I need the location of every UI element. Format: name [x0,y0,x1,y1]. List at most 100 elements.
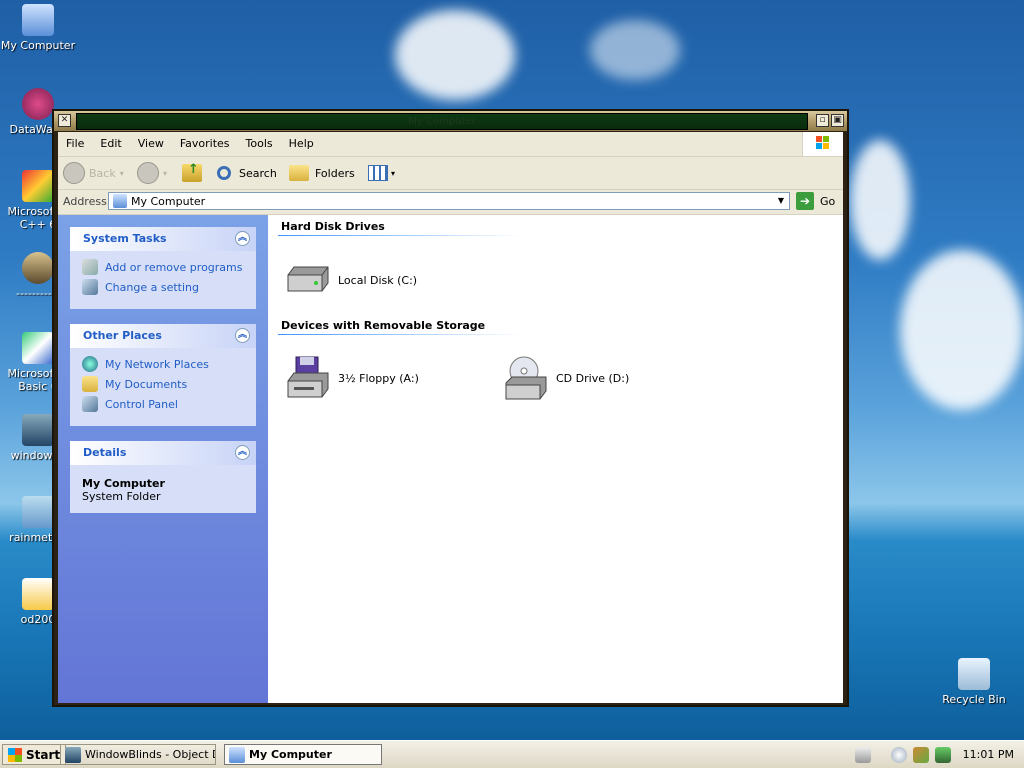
link-label: Control Panel [105,397,178,411]
visual-cpp-icon [22,170,54,202]
forward-arrow-icon [137,162,159,184]
control-panel-link[interactable]: Control Panel [82,394,244,414]
link-label: Change a setting [105,280,199,294]
chevron-down-icon: ▾ [391,168,396,178]
other-places-panel: Other Places ︽ My Network Places My Docu… [70,324,256,426]
title-bar[interactable]: ✕ My Computer ▫ ▣ [54,111,847,131]
folders-label: Folders [315,166,355,180]
menu-bar: File Edit View Favorites Tools Help [58,132,843,157]
taskbar-button-my-computer[interactable]: My Computer [224,744,382,765]
other-places-header[interactable]: Other Places ︽ [70,324,256,348]
network-tray-icon[interactable] [912,746,929,763]
maximize-button[interactable]: ▣ [831,114,844,127]
go-button[interactable]: ➔ Go [796,192,835,210]
drive-floppy-a[interactable]: 3½ Floppy (A:) [282,355,419,401]
collapse-chevron-icon[interactable]: ︽ [235,231,250,246]
drive-label: Local Disk (C:) [338,273,418,287]
back-label: Back [89,166,116,180]
computer-icon [229,746,245,763]
documents-folder-icon [82,376,98,392]
up-folder-icon: ↑ [182,162,202,182]
search-icon [217,166,231,180]
address-dropdown-button[interactable]: ▼ [773,193,789,209]
collapse-chevron-icon[interactable]: ︽ [235,328,250,343]
windows-logo-icon [802,132,843,156]
drive-local-disk-c[interactable]: Local Disk (C:) [282,257,417,303]
menu-help[interactable]: Help [281,132,322,156]
menu-file[interactable]: File [58,132,92,156]
hard-disk-drives-header: Hard Disk Drives [281,220,385,233]
cloud-decoration [590,20,680,80]
drive-cd-d[interactable]: CD Drive (D:) [500,355,629,401]
forward-button[interactable]: ▾ [137,161,167,185]
add-remove-programs-icon [82,259,98,275]
floppy-drive-icon [282,355,332,401]
details-item-type: System Folder [82,490,161,503]
battery-tray-icon[interactable] [934,746,951,763]
link-label: My Network Places [105,357,209,371]
my-documents-link[interactable]: My Documents [82,374,244,394]
hard-disk-icon [282,257,332,303]
keyboard-icon[interactable] [854,746,871,763]
cloud-decoration [850,140,910,260]
address-bar: Address My Computer ▼ ➔ Go [58,190,843,215]
my-computer-window: ✕ My Computer ▫ ▣ File Edit View Favorit… [52,109,849,707]
back-button[interactable]: Back ▾ [63,161,124,185]
recycle-bin-icon [958,658,990,690]
control-panel-icon [82,279,98,295]
details-panel: Details ︽ My Computer System Folder [70,441,256,513]
windows-flag-icon [8,747,22,762]
search-button[interactable]: Search [217,161,277,185]
menu-edit[interactable]: Edit [92,132,129,156]
system-tray: 11:01 PM [849,741,1024,768]
taskbar: Start WindowBlinds - Object D... My Comp… [0,740,1024,768]
taskbar-button-windowblinds[interactable]: WindowBlinds - Object D... [60,744,216,765]
menu-view[interactable]: View [130,132,172,156]
cd-drive-icon [500,355,550,401]
removable-storage-header: Devices with Removable Storage [281,319,486,332]
content-area: Hard Disk Drives Local Disk (C:) Devices… [268,215,843,703]
start-label: Start [26,747,61,762]
rainmeter-icon [22,496,54,528]
menu-tools[interactable]: Tools [238,132,281,156]
cloud-decoration [395,10,515,100]
address-label: Address [63,195,107,208]
details-header[interactable]: Details ︽ [70,441,256,465]
go-label: Go [820,194,836,208]
window-client: File Edit View Favorites Tools Help Back… [58,132,843,703]
document-icon [22,578,54,610]
desktop-icon-my-computer[interactable]: My Computer [0,4,76,52]
datawago-icon [22,88,54,120]
system-menu-button[interactable]: ✕ [58,114,71,127]
system-tasks-header[interactable]: System Tasks ︽ [70,227,256,251]
link-label: My Documents [105,377,188,391]
details-item-name: My Computer [82,477,165,490]
group-divider [278,235,523,236]
minimize-button[interactable]: ▫ [816,114,829,127]
visual-basic-icon [22,332,54,364]
folders-button[interactable]: Folders [289,161,355,185]
drive-label: 3½ Floppy (A:) [338,371,419,385]
folder-icon [289,165,309,181]
control-panel-icon [82,396,98,412]
menu-favorites[interactable]: Favorites [172,132,238,156]
clock[interactable]: 11:01 PM [963,748,1014,761]
task-label: WindowBlinds - Object D... [85,748,215,761]
system-tasks-panel: System Tasks ︽ Add or remove programs Ch… [70,227,256,309]
add-remove-programs-link[interactable]: Add or remove programs [82,257,244,277]
droplet-icon[interactable] [890,746,907,763]
start-button[interactable]: Start [2,744,67,765]
task-pane: System Tasks ︽ Add or remove programs Ch… [58,215,268,703]
drive-label: CD Drive (D:) [556,371,630,385]
change-setting-link[interactable]: Change a setting [82,277,244,297]
windowblinds-icon [65,746,81,763]
collapse-chevron-icon[interactable]: ︽ [235,445,250,460]
desktop-icon-recycle-bin[interactable]: Recycle Bin [936,658,1012,706]
address-field[interactable]: My Computer ▼ [108,192,790,210]
up-folder-button[interactable]: ↑ [182,161,202,185]
computer-icon [22,4,54,36]
chevron-down-icon: ▾ [163,168,168,178]
my-network-places-link[interactable]: My Network Places [82,354,244,374]
views-button[interactable]: ▾ [368,161,395,185]
computer-icon [113,194,127,208]
